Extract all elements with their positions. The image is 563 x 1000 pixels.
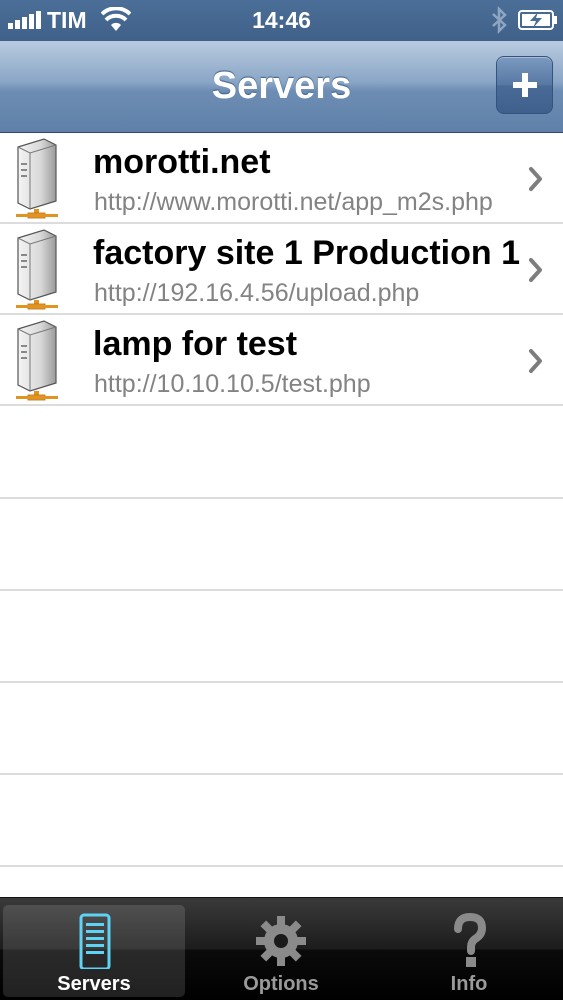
row-separator	[0, 773, 563, 775]
server-name: lamp for test	[93, 325, 298, 363]
row-separator	[0, 497, 563, 499]
server-icon	[16, 320, 58, 401]
status-bar: TIM 14:46	[0, 0, 563, 41]
server-url: http://10.10.10.5/test.php	[94, 370, 371, 398]
tab-label: Options	[243, 973, 319, 995]
signal-strength-icon	[8, 11, 41, 29]
plus-icon	[513, 73, 537, 97]
page-title: Servers	[211, 65, 352, 107]
server-row[interactable]: factory site 1 Production 1 http://192.1…	[0, 224, 563, 315]
server-row[interactable]: morotti.net http://www.morotti.net/app_m…	[0, 133, 563, 224]
tab-info[interactable]: Info	[378, 905, 560, 997]
server-url: http://www.morotti.net/app_m2s.php	[94, 188, 493, 216]
navigation-bar: Servers	[0, 41, 563, 133]
server-name: morotti.net	[93, 143, 271, 181]
server-icon	[16, 229, 58, 310]
server-row[interactable]: lamp for test http://10.10.10.5/test.php	[0, 315, 563, 406]
wifi-icon	[101, 7, 131, 31]
row-separator	[0, 681, 563, 683]
carrier-name: TIM	[47, 7, 87, 33]
chevron-right-icon	[529, 167, 542, 191]
server-url: http://192.16.4.56/upload.php	[94, 279, 420, 307]
tab-options[interactable]: Options	[190, 905, 372, 997]
tab-servers[interactable]: Servers	[3, 905, 185, 997]
row-separator	[0, 865, 563, 867]
chevron-right-icon	[529, 258, 542, 282]
server-name: factory site 1 Production 1	[93, 234, 520, 272]
battery-charging-icon	[518, 10, 557, 30]
server-icon	[16, 138, 58, 219]
tab-bar: Servers Options Info	[0, 897, 563, 1000]
bluetooth-icon	[492, 6, 507, 34]
question-icon	[454, 912, 487, 967]
chevron-right-icon	[529, 349, 542, 373]
gear-icon	[256, 916, 306, 966]
server-icon	[79, 913, 111, 969]
row-separator	[0, 589, 563, 591]
tab-label: Info	[450, 973, 488, 995]
tab-label: Servers	[57, 973, 131, 995]
server-list: morotti.net http://www.morotti.net/app_m…	[0, 133, 563, 897]
add-server-button[interactable]	[496, 56, 553, 114]
